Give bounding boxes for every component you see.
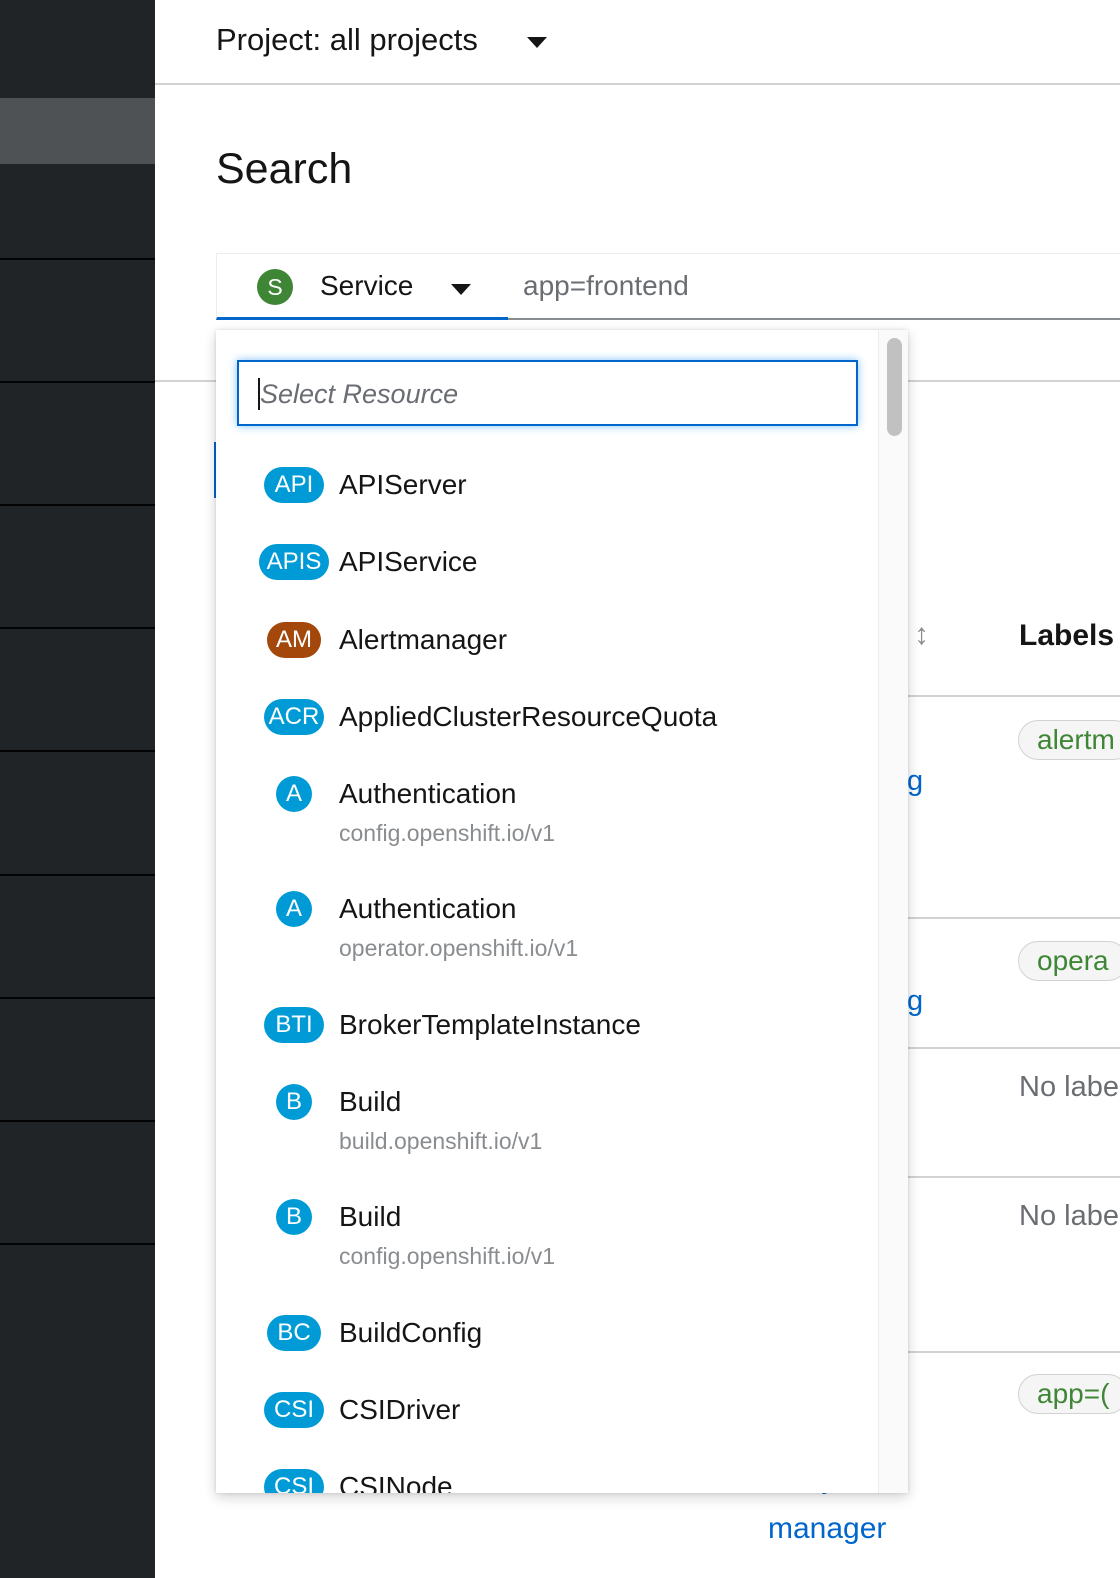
resource-search-placeholder: Select Resource <box>260 379 459 409</box>
table-link[interactable]: g <box>907 985 923 1018</box>
resource-option[interactable]: CSI CSIDriver <box>216 1392 878 1462</box>
label-chip[interactable]: alertm <box>1018 720 1120 760</box>
no-labels-text: No labe <box>1019 1200 1119 1232</box>
resource-kind-badge: API <box>264 467 324 503</box>
resource-kind-name: CSINode <box>339 1471 453 1493</box>
resource-kind-badge: CSI <box>264 1469 324 1493</box>
resource-option[interactable]: API APIServer <box>216 467 878 537</box>
nav-sidebar <box>0 0 155 1578</box>
sort-icon[interactable]: ↕ <box>914 618 929 652</box>
resource-api-group: operator.openshift.io/v1 <box>339 935 579 961</box>
sidebar-divider <box>0 627 155 629</box>
sidebar-divider <box>0 997 155 999</box>
sidebar-divider <box>0 504 155 506</box>
resource-api-group: build.openshift.io/v1 <box>339 1128 543 1154</box>
sidebar-divider <box>0 1243 155 1245</box>
label-filter-input[interactable]: app=frontend <box>508 253 1120 320</box>
resource-select-menu: Select Resource API APIServer APIS APIServi… <box>216 330 908 1493</box>
resource-kind-name: CSIDriver <box>339 1394 461 1425</box>
resource-kind-badge: AM <box>267 622 321 658</box>
resource-kind-badge: B <box>276 1084 312 1120</box>
column-header-labels[interactable]: Labels <box>1019 619 1114 653</box>
table-link[interactable]: manager <box>768 1512 886 1546</box>
no-labels-text: No labe <box>1019 1071 1119 1103</box>
resource-kind-badge: CSI <box>264 1392 324 1428</box>
page-title: Search <box>216 145 353 193</box>
resource-kind-badge: BTI <box>264 1007 324 1043</box>
resource-type-label: Service <box>320 270 414 301</box>
resource-option[interactable]: B Build build.openshift.io/v1 <box>216 1084 878 1194</box>
resource-kind-name: AppliedClusterResourceQuota <box>339 701 718 732</box>
caret-down-icon <box>451 284 471 295</box>
resource-option[interactable]: B Build config.openshift.io/v1 <box>216 1199 878 1309</box>
resource-api-group: config.openshift.io/v1 <box>339 820 556 846</box>
resource-search-input[interactable]: Select Resource <box>237 360 858 426</box>
resource-kind-badge: ACR <box>264 699 324 735</box>
sidebar-item-active[interactable] <box>0 98 155 164</box>
resource-kind-badge: BC <box>267 1315 321 1351</box>
resource-option[interactable]: ACR AppliedClusterResourceQuota <box>216 699 878 769</box>
resource-kind-name: APIService <box>339 546 478 577</box>
resource-type-dropdown[interactable]: S Service <box>216 253 508 320</box>
resource-kind-badge: A <box>276 776 312 812</box>
resource-option[interactable]: CSI CSINode <box>216 1469 878 1493</box>
resource-kind-name: Authentication <box>339 778 517 809</box>
resource-kind-name: Authentication <box>339 893 517 924</box>
resource-kind-badge: APIS <box>259 544 329 580</box>
label-chip[interactable]: app=( <box>1018 1374 1120 1414</box>
resource-kind-name: Alertmanager <box>339 624 508 655</box>
resource-option[interactable]: AM Alertmanager <box>216 622 878 692</box>
project-bar: Project: all projects <box>155 0 1120 85</box>
resource-api-group: config.openshift.io/v1 <box>339 1243 556 1269</box>
resource-option[interactable]: BTI BrokerTemplateInstance <box>216 1007 878 1077</box>
sidebar-divider <box>0 1120 155 1122</box>
resource-option[interactable]: APIS APIService <box>216 544 878 614</box>
resource-kind-badge: A <box>276 891 312 927</box>
resource-kind-name: Build <box>339 1086 402 1117</box>
resource-option[interactable]: A Authentication operator.openshift.io/v1 <box>216 891 878 1001</box>
scrollbar-thumb[interactable] <box>887 338 902 436</box>
sidebar-divider <box>0 750 155 752</box>
scrollbar[interactable] <box>878 330 908 1493</box>
project-selector-label[interactable]: Project: all projects <box>216 22 478 58</box>
resource-option[interactable]: A Authentication config.openshift.io/v1 <box>216 776 878 886</box>
resource-option[interactable]: BC BuildConfig <box>216 1315 878 1385</box>
resource-kind-name: APIServer <box>339 469 467 500</box>
resource-kind-badge: B <box>276 1199 312 1235</box>
caret-down-icon[interactable] <box>527 37 547 48</box>
sidebar-divider <box>0 874 155 876</box>
sidebar-divider <box>0 258 155 260</box>
resource-kind-name: BrokerTemplateInstance <box>339 1009 641 1040</box>
sidebar-divider <box>0 381 155 383</box>
label-filter-value: app=frontend <box>523 270 689 301</box>
resource-kind-name: BuildConfig <box>339 1317 483 1348</box>
service-resource-badge: S <box>257 269 293 305</box>
label-chip[interactable]: opera <box>1018 941 1120 981</box>
table-link[interactable]: g <box>907 765 923 798</box>
resource-kind-name: Build <box>339 1201 402 1232</box>
